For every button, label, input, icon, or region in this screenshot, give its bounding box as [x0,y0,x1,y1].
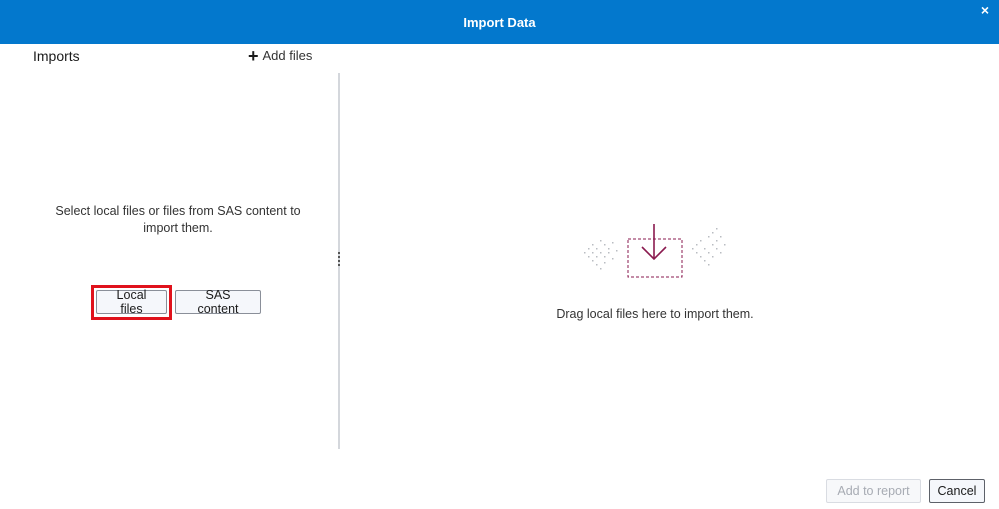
imports-pane [0,44,338,449]
plus-icon: + [248,45,259,66]
drop-files-illustration [584,224,726,278]
cancel-button[interactable]: Cancel [929,479,985,503]
splitter-grip-icon[interactable] [336,252,341,268]
imports-heading: Imports [33,48,80,64]
add-files-button[interactable]: + Add files [248,45,313,66]
add-to-report-button[interactable]: Add to report [826,479,921,503]
sas-content-button[interactable]: SAS content [175,288,261,316]
close-icon[interactable]: × [981,2,989,18]
imports-empty-message: Select local files or files from SAS con… [55,204,301,235]
dialog-title: Import Data [463,14,536,30]
dialog-titlebar: Import Data × [0,0,999,44]
dropzone-message: Drag local files here to import them. [556,307,754,321]
local-files-button[interactable]: Local files [96,288,167,316]
import-data-dialog: Import Data × Imports + Add files Select… [0,0,999,509]
add-files-label: Add files [262,48,313,63]
